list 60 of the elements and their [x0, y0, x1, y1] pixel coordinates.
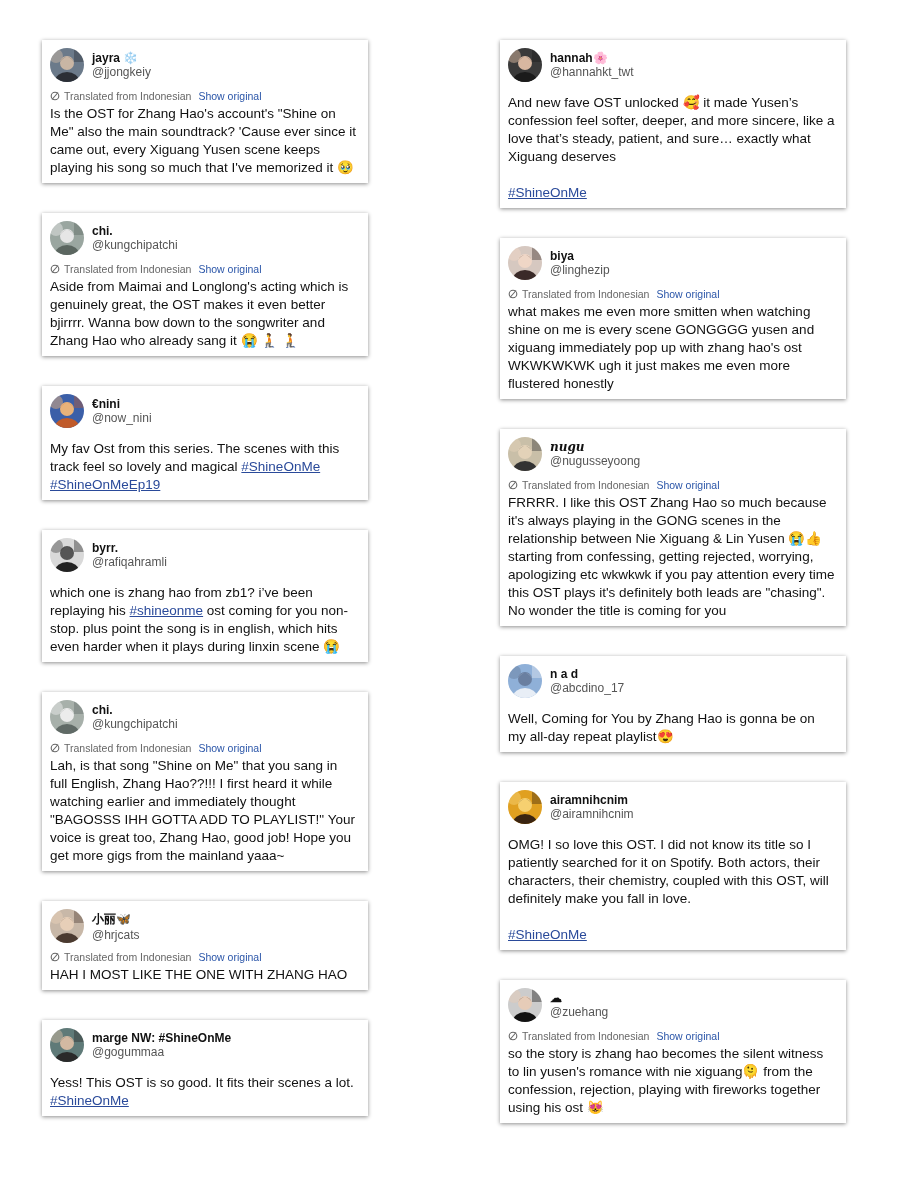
- tweet-text: Well, Coming for You by Zhang Hao is gonna be on my all-day repeat playlist😍: [508, 710, 816, 746]
- user-name: marge NW: #ShineOnMe: [92, 1031, 232, 1045]
- user-handle: @hannahkt_twt: [550, 65, 634, 79]
- show-original-link[interactable]: Show original: [656, 479, 720, 491]
- translation-note: Translated from Indonesian: [522, 1030, 650, 1042]
- translation-note: Translated from Indonesian: [64, 90, 192, 102]
- tweet-text: FRRRR. I like this OST Zhang Hao so much because it's always playing in the GONG scenes in the relationship between Nie Xiguang & Lin Yusen 😭👍 starting from confessing, getting rejected, worrying, apologizing etc wkwkwk if you pay attention every time this OST plays it's definitely both leads are "chasing". No wonder the title is coming for you: [508, 494, 836, 620]
- show-original-link[interactable]: Show original: [198, 742, 262, 754]
- user-name: hannah🌸: [550, 51, 608, 65]
- user-name: byrr.: [92, 541, 118, 555]
- translation-note: Translated from Indonesian: [64, 263, 192, 275]
- show-original-link[interactable]: Show original: [198, 90, 262, 102]
- user-handle: @airamnihcnim: [550, 807, 634, 821]
- user-name: 小丽🦋: [92, 910, 131, 928]
- hashtag-link[interactable]: #shineonme: [129, 603, 204, 618]
- translate-icon: [50, 91, 60, 101]
- user-handle: @abcdino_17: [550, 681, 625, 695]
- user-handle: @gogummaa: [92, 1045, 165, 1059]
- tweet-text: Aside from Maimai and Longlong's acting which is genuinely great, the OST makes it even better bjirrrr. Wanna bow down to the songwriter and Zhang Hao who already sang it 😭 🧎 🧎: [50, 278, 350, 350]
- user-handle: @now_nini: [92, 411, 152, 425]
- translation-note: Translated from Indonesian: [522, 288, 650, 300]
- user-handle: @linghezip: [550, 263, 610, 277]
- translation-note: Translated from Indonesian: [64, 742, 192, 754]
- hashtag-link[interactable]: #ShineOnMe: [50, 1093, 129, 1108]
- hashtag-link[interactable]: #ShineOnMeEp19: [50, 477, 161, 492]
- user-handle: @rafiqahramli: [92, 555, 167, 569]
- hashtag-link[interactable]: #ShineOnMe: [508, 185, 587, 200]
- user-name: €nini: [92, 397, 120, 411]
- translation-note: Translated from Indonesian: [64, 951, 192, 963]
- user-handle: @nugusseyoong: [550, 454, 641, 468]
- tweet-text: what makes me even more smitten when watching shine on me is every scene GONGGGG yusen and xiguang immediately pop up with zhang hao's ost WKWKWKWK ugh it just makes me even more flustered honestly: [508, 303, 816, 393]
- tweet-text: My fav Ost from this series. The scenes with this track feel so lovely and magical #ShineOnMe #ShineOnMeEp19: [50, 440, 341, 494]
- user-name: biya: [550, 249, 574, 263]
- user-name: chi.: [92, 224, 113, 238]
- tweet-text: so the story is zhang hao becomes the silent witness to lin yusen's romance with nie xiguang🫠 from the confession, rejection, playing with fireworks together using his ost 😻: [508, 1045, 825, 1117]
- user-name: jayra ❄: [92, 51, 139, 65]
- user-handle: @jjongkeiy: [92, 65, 151, 79]
- user-handle: @kungchipatchi: [92, 717, 178, 731]
- tweet-text: Is the OST for Zhang Hao's account's "Shine on Me" also the main soundtrack? 'Cause ever since it came out, every Xiguang Yusen scene keeps playing his song so much that I've memorized it 🥹: [50, 105, 358, 177]
- show-original-link[interactable]: Show original: [656, 288, 720, 300]
- translation-note: Translated from Indonesian: [522, 479, 650, 491]
- user-handle: @hrjcats: [92, 927, 140, 942]
- user-handle: @zuehang: [550, 1005, 609, 1019]
- hashtag-link[interactable]: #ShineOnMe: [508, 927, 587, 942]
- tweet-text: Yess! This OST is so good. It fits their scenes a lot. #ShineOnMe: [50, 1074, 355, 1110]
- show-original-link[interactable]: Show original: [198, 263, 262, 275]
- show-original-link[interactable]: Show original: [198, 951, 262, 963]
- user-name: chi.: [92, 703, 113, 717]
- tweet-text: Lah, is that song "Shine on Me" that you sang in full English, Zhang Hao??!!! I first heard it while watching earlier and immediately thought "BAGOSSS IHH GOTTA ADD TO PLAYLIST!" Your voice is great too, Zhang Hao, good job! Hope you get more gigs from the mainland yaaa~: [50, 757, 356, 865]
- user-name: 𝒏𝒖𝒈𝒖: [550, 440, 585, 454]
- show-original-link[interactable]: Show original: [656, 1030, 720, 1042]
- tweet-text: HAH I MOST LIKE THE ONE WITH ZHANG HAO: [50, 966, 349, 984]
- tweet-text: And new fave OST unlocked 🥰 it made Yusen’s confession feel softer, deeper, and more sincere, like a love that’s steady, patient, and sure… exactly what Xiguang deserves: [508, 94, 836, 166]
- user-name: n a d: [550, 667, 578, 681]
- user-name: airamnihcnim: [550, 793, 629, 807]
- tweet-text: which one is zhang hao from zb1? i’ve been replaying his #shineonme ost coming for you non-stop. plus point the song is in english, which hits even harder when it plays during linxin scene 😭: [50, 584, 349, 656]
- user-handle: @kungchipatchi: [92, 238, 178, 252]
- hashtag-link[interactable]: #ShineOnMe: [241, 459, 321, 474]
- tweet-text: OMG! I so love this OST. I did not know its title so I patiently searched for it on Spotify. Both actors, their characters, their chemistry, coupled with this OST, will definitely make you fall in love.: [508, 836, 830, 908]
- user-name: ☁: [550, 991, 562, 1005]
